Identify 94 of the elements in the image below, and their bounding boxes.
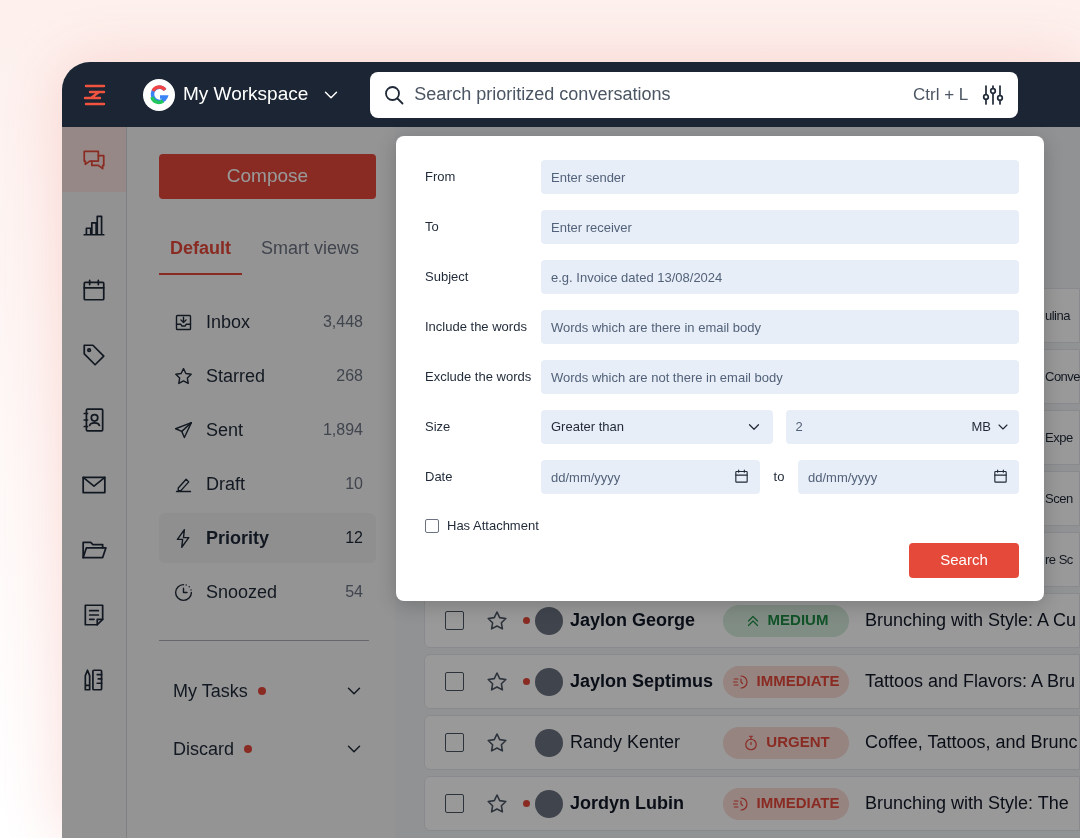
input-field[interactable]: Enter sender (541, 160, 1019, 194)
priority-badge: IMMEDIATE (723, 787, 849, 820)
folder-count: 268 (336, 366, 363, 386)
sender-name: Jaylon Septimus (570, 670, 715, 693)
subject-text: Brunching with Style: The (865, 792, 1069, 815)
checkbox[interactable] (425, 519, 439, 533)
input-field[interactable]: e.g. Invoice dated 13/08/2024 (541, 260, 1019, 294)
folder-label: Inbox (206, 310, 251, 334)
input-field[interactable]: Words which are there in email body (541, 310, 1019, 344)
avatar (535, 667, 563, 696)
section-toggle[interactable]: My Tasks (159, 662, 369, 720)
field-label: Size (425, 418, 452, 437)
workspace-switcher[interactable]: My Workspace (183, 80, 343, 109)
subject-text: Expe (1045, 428, 1073, 447)
folder-count: 10 (345, 474, 363, 494)
folder-item[interactable]: Snoozed 54 (159, 567, 376, 617)
field-label: Include the words (425, 318, 528, 337)
section-toggle[interactable]: Discard (159, 720, 369, 778)
subject-text: Tattoos and Flavors: A Bru (865, 670, 1076, 693)
subject-text: Scen (1045, 489, 1073, 508)
tab[interactable]: Smart views (242, 224, 379, 275)
sender-name: Jaylon George (570, 609, 697, 632)
clock-icon (173, 581, 194, 603)
unit-dropdown[interactable]: MB (971, 417, 1011, 437)
row-checkbox[interactable] (445, 672, 464, 691)
folder-label: Sent (206, 418, 244, 442)
star-icon[interactable] (485, 791, 509, 816)
sender-name: Jordyn Lubin (570, 792, 685, 815)
field-label: To (425, 218, 440, 237)
tag-icon (81, 341, 107, 368)
field-label: Date (425, 468, 454, 487)
paper-plane-icon (173, 419, 194, 441)
contact-book-icon (81, 406, 107, 433)
avatar (535, 728, 563, 757)
search-button[interactable]: Search (909, 543, 1019, 578)
folder-label: Draft (206, 472, 245, 496)
calendar-icon (81, 276, 107, 303)
calendar-icon (992, 468, 1009, 485)
star-icon[interactable] (485, 730, 509, 755)
folder-item[interactable]: Sent 1,894 (159, 405, 376, 455)
filter-settings-icon[interactable] (982, 83, 1005, 106)
folder-count: 12 (345, 528, 363, 548)
search-icon (384, 84, 405, 105)
conversation-row[interactable]: Randy Kenter URGENT Coffee, Tattoos, and Brunc (424, 715, 1080, 770)
priority-badge: MEDIUM (723, 604, 849, 637)
folder-label: Snoozed (206, 580, 278, 604)
attachment-checkbox[interactable]: Has Attachment (425, 516, 539, 536)
folder-label: Starred (206, 364, 266, 388)
avatar (535, 606, 563, 635)
star-icon[interactable] (485, 669, 509, 694)
folder-count: 1,894 (322, 420, 363, 440)
subject-text: Brunching with Style: A Cu (865, 609, 1077, 632)
subject-text: re Sc (1045, 550, 1073, 569)
logo-icon (81, 82, 108, 107)
search-bar[interactable]: Search prioritized conversations Ctrl + L (370, 71, 1019, 118)
workspace-logo-icon (143, 78, 175, 111)
conversation-row[interactable]: Jordyn Lubin IMMEDIATE Brunching with Style: The (424, 776, 1080, 831)
folder-count: 54 (345, 582, 363, 602)
search-field[interactable]: Search prioritized conversations (414, 81, 903, 108)
folder-item[interactable]: Inbox 3,448 (159, 297, 376, 347)
priority-badge: IMMEDIATE (723, 665, 849, 698)
calendar-icon (733, 468, 750, 485)
folder-item[interactable]: Priority 12 (159, 513, 376, 563)
fast-clock-icon (732, 794, 751, 813)
field-label: Subject (425, 268, 470, 287)
fast-clock-icon (732, 672, 751, 691)
date-field[interactable]: dd/mm/yyyy (541, 460, 760, 494)
subject-text: ulina (1045, 306, 1070, 325)
star-icon (173, 365, 194, 387)
field-label: From (425, 168, 457, 187)
conversation-row[interactable]: Jaylon Septimus IMMEDIATE Tattoos and Flavors: A Bru (424, 654, 1080, 709)
field-label: Exclude the words (425, 368, 533, 387)
compose-button[interactable]: Compose (159, 154, 376, 199)
star-icon[interactable] (485, 608, 509, 633)
row-checkbox[interactable] (445, 794, 464, 813)
size-field[interactable]: 2 MB (785, 410, 1019, 444)
sender-name: Randy Kenter (570, 731, 682, 754)
row-checkbox[interactable] (445, 611, 464, 630)
folder-item[interactable]: Draft 10 (159, 459, 376, 509)
subject-text: Coffee, Tattoos, and Brunc (865, 731, 1078, 754)
folder-label: Priority (206, 526, 270, 550)
input-field[interactable]: Words which are not there in email body (541, 360, 1019, 394)
note-icon (81, 601, 107, 628)
avatar (535, 789, 563, 818)
input-field[interactable]: Enter receiver (541, 210, 1019, 244)
date-field[interactable]: dd/mm/yyyy (798, 460, 1019, 494)
priority-badge: URGENT (723, 726, 849, 759)
folder-count: 3,448 (322, 312, 363, 332)
row-checkbox[interactable] (445, 733, 464, 752)
comparison-dropdown[interactable]: Greater than (541, 410, 773, 444)
date-separator: to (772, 468, 786, 487)
shortcut-hint: Ctrl + L (913, 83, 969, 106)
subject-text: Conve (1045, 367, 1080, 386)
folder-item[interactable]: Starred 268 (159, 351, 376, 401)
